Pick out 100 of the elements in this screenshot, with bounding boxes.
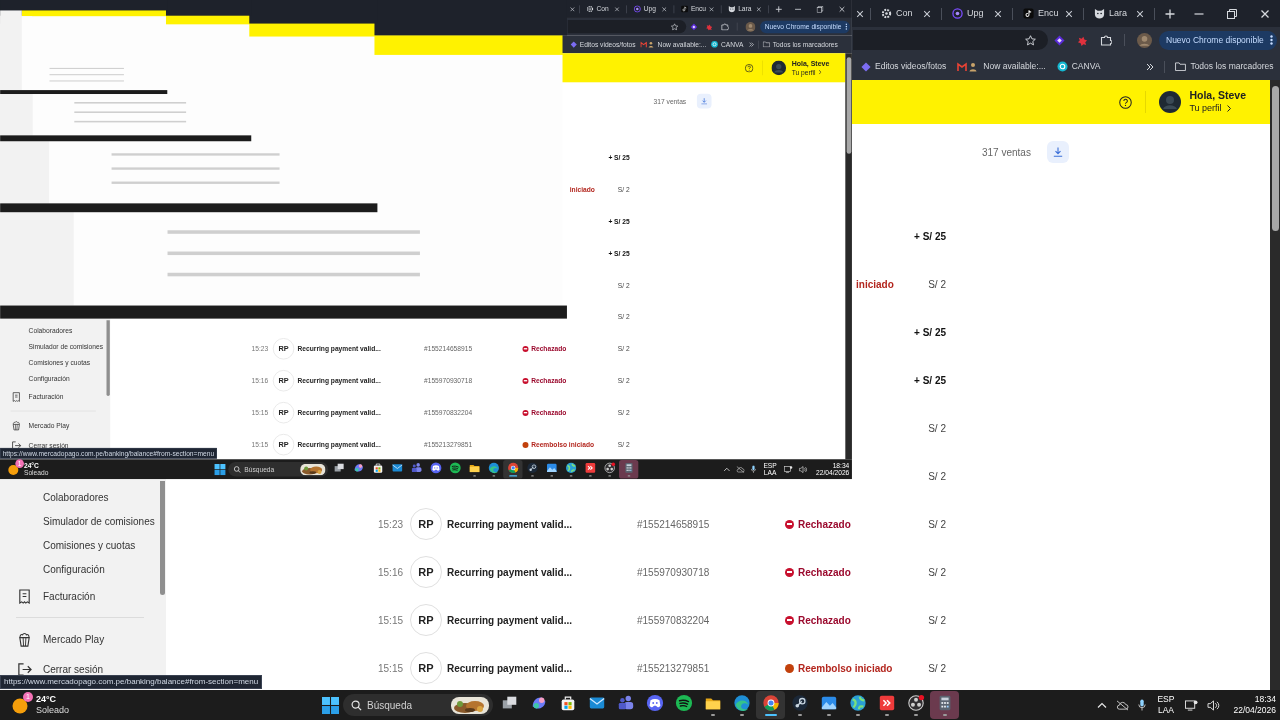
close-icon[interactable] (1136, 9, 1144, 18)
amount-label: S/ 2 (928, 661, 946, 676)
url-tooltip: https://www.mercadopago.com.pe/banking/balance#from-section=menu (0, 675, 263, 689)
calculator-icon (622, 461, 635, 474)
language-indicator[interactable]: ESP LAA (1157, 694, 1175, 716)
time-label: 15:15 (378, 614, 404, 626)
cloud-off-icon[interactable] (1116, 699, 1130, 711)
gear-icon (881, 8, 892, 19)
sidebar-item[interactable]: Facturación (0, 581, 160, 611)
amount-label: S/ 2 (928, 565, 946, 580)
browser-tab[interactable]: Lara (1090, 2, 1148, 25)
clock[interactable]: 18:34 22/04/2026 (1233, 694, 1276, 716)
bookmark[interactable]: Editos videos/fotos (861, 60, 947, 73)
close-icon[interactable] (1260, 8, 1270, 19)
bookmark[interactable]: Now available:... (957, 60, 1046, 73)
greeting-text: Hola, Steve (1189, 89, 1246, 102)
chevron-right-icon (1226, 105, 1231, 112)
scrollbar-thumb[interactable] (846, 57, 851, 154)
close-icon[interactable] (1065, 9, 1073, 18)
restore-icon[interactable] (1227, 8, 1237, 19)
bookmark[interactable]: CANVA (1056, 60, 1101, 73)
transaction-id: #155213279851 (637, 662, 710, 674)
browser-tab[interactable]: Encu (1019, 2, 1077, 25)
update-button[interactable]: Nuevo Chrome disponible (1159, 30, 1277, 50)
diamond-icon[interactable] (1054, 34, 1065, 46)
envelope-icon (391, 461, 403, 474)
arrows-icon (877, 694, 896, 712)
sidebar-item[interactable]: Comisiones y cuotas (0, 533, 160, 557)
splat-icon[interactable] (1077, 34, 1088, 46)
circle-icon (1056, 61, 1068, 72)
time-label: 15:15 (378, 662, 404, 674)
chevron-up-icon[interactable] (1097, 702, 1108, 708)
taskbar-app[interactable] (503, 459, 523, 479)
download-button[interactable] (1046, 141, 1069, 163)
receipt-icon (17, 588, 32, 604)
cat-icon (728, 5, 736, 13)
sidebar-item[interactable]: Mercado Play (0, 624, 160, 654)
search-field[interactable]: Búsqueda (367, 696, 446, 714)
address-field[interactable] (567, 19, 687, 34)
landscape-icon (545, 461, 558, 474)
bookmark-folder[interactable]: Todos los marcadores (1175, 60, 1274, 73)
cat-icon (1094, 8, 1105, 19)
globe-icon (564, 461, 577, 474)
scrollbar-thumb[interactable] (1271, 86, 1279, 231)
taskbar-app[interactable] (756, 691, 785, 719)
taskbar-app[interactable] (930, 691, 959, 719)
note-icon (680, 5, 689, 13)
search-icon (351, 699, 362, 711)
scrollbar-thumb[interactable] (160, 481, 165, 595)
taskbar-app[interactable] (619, 459, 639, 479)
close-icon[interactable] (994, 9, 1002, 18)
close-icon[interactable] (856, 9, 864, 18)
address-field[interactable] (853, 30, 1048, 50)
aperture-icon (906, 694, 925, 712)
more-icon[interactable] (845, 23, 848, 30)
more-icon[interactable] (1269, 35, 1273, 45)
wave-icon (487, 461, 500, 474)
people-icon (410, 461, 423, 474)
folder-icon (1175, 62, 1187, 71)
monitor-icon[interactable] (1185, 699, 1199, 711)
sound-waves-icon (674, 694, 693, 712)
diamond-icon (861, 61, 871, 72)
logout-icon (17, 661, 32, 677)
diamond-icon[interactable] (690, 22, 698, 31)
gear-icon (586, 5, 594, 13)
temperature-text: 24°C (36, 694, 58, 705)
close-icon[interactable] (923, 9, 931, 18)
puzzle-icon[interactable] (1100, 34, 1112, 46)
sun-icon (6, 462, 20, 476)
amount-label: S/ 2 (928, 277, 946, 292)
time-label: 15:23 (378, 518, 404, 530)
scrollbar-thumb[interactable] (106, 320, 110, 397)
chevrons-icon[interactable] (1146, 62, 1155, 71)
controller-icon (645, 694, 664, 712)
sidebar-item[interactable]: Colaboradores (0, 485, 160, 509)
sidebar-item[interactable]: Configuración (0, 557, 160, 581)
browser-tab[interactable]: Con (877, 2, 935, 25)
amount-label: + S/ 25 (914, 325, 946, 340)
windows-icon[interactable] (322, 696, 339, 714)
browser-tab[interactable]: Upg (948, 2, 1006, 25)
help-icon[interactable] (1119, 95, 1133, 109)
sidebar-item[interactable]: Simulador de comisiones (0, 509, 160, 533)
status-label: iniciado (856, 277, 894, 292)
speaker-icon[interactable] (1207, 699, 1221, 711)
popcorn-icon (17, 631, 32, 647)
mic-icon[interactable] (1138, 699, 1147, 711)
amount-label: S/ 2 (928, 517, 946, 532)
download-icon (1052, 147, 1063, 157)
profile-link[interactable]: Tu perfil (1189, 102, 1246, 115)
splat-icon[interactable] (705, 22, 713, 31)
amount-label: S/ 2 (928, 421, 946, 436)
avatar-icon[interactable] (771, 60, 787, 76)
plus-icon[interactable] (1165, 8, 1175, 19)
avatar-icon[interactable] (1159, 91, 1182, 113)
star-icon[interactable] (1025, 34, 1036, 46)
windows-icon[interactable] (214, 463, 226, 475)
sales-count: 317 ventas (982, 145, 1031, 160)
diamond-icon (570, 40, 578, 48)
search-bar[interactable]: Búsqueda (343, 694, 493, 716)
transaction-id: #155214658915 (637, 518, 710, 530)
